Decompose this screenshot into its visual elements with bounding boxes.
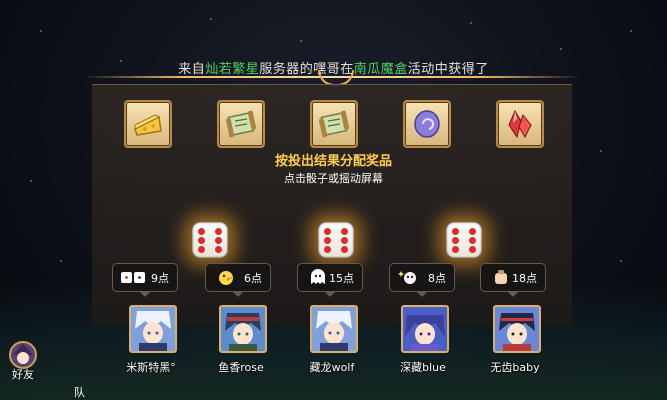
purple-stone-icon bbox=[414, 110, 440, 138]
reward-slot-4[interactable] bbox=[403, 100, 451, 148]
friends-button[interactable]: 好友 bbox=[4, 340, 42, 382]
dice-button-2[interactable] bbox=[318, 222, 354, 258]
player-name: 鱼香rose bbox=[218, 361, 264, 374]
player-name: 米斯特黑° bbox=[126, 361, 176, 374]
cheese-icon bbox=[134, 114, 162, 136]
avatar bbox=[493, 305, 541, 353]
player-card[interactable]: 鱼香rose bbox=[196, 305, 286, 395]
roll-result-chip: 8点 bbox=[389, 263, 455, 297]
avatar bbox=[310, 305, 358, 353]
reward-slot-3[interactable] bbox=[310, 100, 358, 148]
red-crystal-icon bbox=[508, 109, 532, 139]
distribution-rule-text: 按投出结果分配奖品 bbox=[274, 154, 392, 169]
roll-result-chip: 15点 bbox=[297, 263, 363, 297]
player-card[interactable]: 无齿baby bbox=[470, 305, 560, 395]
player-card[interactable]: 藏龙wolf bbox=[287, 305, 377, 395]
avatar bbox=[401, 305, 449, 353]
avatar bbox=[129, 305, 177, 353]
sparkle-emote-icon bbox=[398, 271, 416, 284]
player-card[interactable]: 深藏blue bbox=[378, 305, 468, 395]
reward-slot-2[interactable] bbox=[217, 100, 265, 148]
scroll-icon bbox=[319, 110, 349, 138]
player-card[interactable]: 米斯特黑° bbox=[106, 305, 196, 395]
player-name: 深藏blue bbox=[400, 361, 446, 374]
player-name: 无齿baby bbox=[490, 361, 540, 374]
duck-emote-icon bbox=[219, 271, 234, 285]
friends-label: 好友 bbox=[12, 368, 34, 381]
roll-result-chip: 18点 bbox=[480, 263, 546, 297]
dice-button-3[interactable] bbox=[446, 222, 482, 258]
dice-button-1[interactable] bbox=[192, 222, 228, 258]
dice-pair-icon bbox=[121, 272, 145, 283]
scroll-icon bbox=[226, 110, 256, 138]
roll-result-chip: 9点 bbox=[112, 263, 178, 297]
player-name: 藏龙wolf bbox=[309, 361, 355, 374]
reward-row bbox=[124, 100, 544, 150]
roll-result-chip: 6点 bbox=[205, 263, 271, 297]
team-button[interactable]: 队 bbox=[74, 384, 85, 400]
avatar bbox=[219, 305, 267, 353]
ghost-emote-icon bbox=[311, 269, 325, 284]
roll-instruction-text: 点击骰子或摇动屏幕 bbox=[284, 172, 383, 185]
bag-emote-icon bbox=[495, 270, 507, 284]
reward-slot-1[interactable] bbox=[124, 100, 172, 148]
reward-slot-5[interactable] bbox=[496, 100, 544, 148]
